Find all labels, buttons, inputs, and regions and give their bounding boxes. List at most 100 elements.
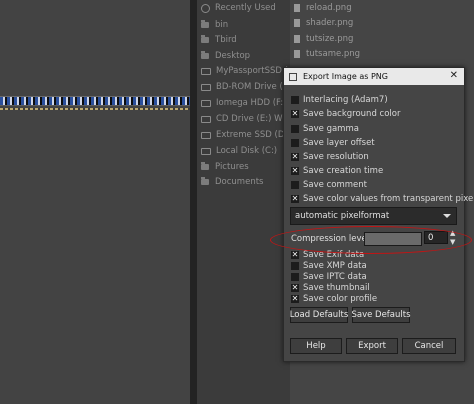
checkbox[interactable]: ✕ <box>291 195 299 203</box>
place-label: CD Drive (E:) WD Unlocker <box>216 114 290 124</box>
checkbox[interactable] <box>291 139 299 147</box>
file-name: tutsame.png <box>306 49 361 59</box>
file-item[interactable]: tutsize.png <box>294 31 353 47</box>
place-tbird[interactable]: Tbird <box>197 32 290 48</box>
place-iomega[interactable]: Iomega HDD (F:) <box>197 95 290 111</box>
place-pictures[interactable]: Pictures <box>197 159 290 175</box>
window-icon <box>289 72 297 81</box>
export-png-dialog: Export Image as PNG ✕ Interlacing (Adam7… <box>283 67 474 362</box>
drive-icon <box>201 83 211 91</box>
checkbox[interactable] <box>291 181 299 189</box>
place-recently-used[interactable]: Recently Used <box>197 0 290 16</box>
file-icon <box>294 19 300 27</box>
checkbox[interactable]: ✕ <box>291 284 299 292</box>
option-interlacing[interactable]: Interlacing (Adam7) <box>291 94 441 106</box>
folder-icon <box>201 20 209 28</box>
dialog-titlebar[interactable]: Export Image as PNG ✕ <box>284 68 464 85</box>
pixel-format-select[interactable]: automatic pixelformat <box>290 207 457 225</box>
option-label: Save layer offset <box>303 138 375 148</box>
option-label: Save gamma <box>303 124 359 134</box>
pixel-format-value: automatic pixelformat <box>295 211 390 221</box>
canvas-guide-line <box>0 108 190 110</box>
checkbox[interactable] <box>291 262 299 270</box>
place-label: Tbird <box>215 35 237 45</box>
option-label: Save creation time <box>303 166 384 176</box>
file-icon <box>294 4 300 12</box>
place-desktop[interactable]: Desktop <box>197 48 290 64</box>
place-label: Desktop <box>215 51 251 61</box>
place-label: Iomega HDD (F:) <box>216 98 287 108</box>
folder-icon <box>201 35 209 43</box>
drive-icon <box>201 147 211 155</box>
checkbox[interactable] <box>291 125 299 133</box>
place-label: bin <box>215 20 229 30</box>
option-save-color-profile[interactable]: ✕ Save color profile <box>291 293 441 305</box>
checkbox[interactable] <box>291 273 299 281</box>
places-sidebar: Recently Used bin Tbird Desktop MyPasspo… <box>197 0 290 404</box>
file-icon <box>294 50 300 58</box>
option-label: Save IPTC data <box>303 272 367 282</box>
option-save-gamma[interactable]: Save gamma <box>291 123 441 135</box>
checkbox[interactable]: ✕ <box>291 153 299 161</box>
option-label: Save color values from transparent pixel… <box>303 194 474 204</box>
option-label: Save comment <box>303 180 367 190</box>
dialog-title: Export Image as PNG <box>303 72 388 81</box>
place-mypassport[interactable]: MyPassportSSD (G:) <box>197 63 290 79</box>
option-label: Save thumbnail <box>303 283 370 293</box>
load-defaults-button[interactable]: Load Defaults <box>290 307 348 323</box>
help-button[interactable]: Help <box>290 338 342 354</box>
option-label: Save background color <box>303 109 401 119</box>
checkbox[interactable] <box>291 96 299 104</box>
chevron-down-icon <box>443 214 451 218</box>
option-save-creation-time[interactable]: ✕ Save creation time <box>291 165 441 177</box>
file-name: tutsize.png <box>306 34 354 44</box>
drive-icon <box>201 115 211 123</box>
image-canvas[interactable] <box>0 0 190 404</box>
highlight-annotation-oval <box>270 226 472 254</box>
option-save-comment[interactable]: Save comment <box>291 179 441 191</box>
checkbox[interactable]: ✕ <box>291 110 299 118</box>
close-icon[interactable]: ✕ <box>450 70 458 82</box>
place-label: BD-ROM Drive (E:) <box>216 82 290 92</box>
export-button[interactable]: Export <box>346 338 398 354</box>
place-cd-drive[interactable]: CD Drive (E:) WD Unlocker <box>197 111 290 127</box>
option-save-layer-offset[interactable]: Save layer offset <box>291 137 441 149</box>
file-name: reload.png <box>306 3 352 13</box>
option-save-resolution[interactable]: ✕ Save resolution <box>291 151 441 163</box>
save-defaults-button[interactable]: Save Defaults <box>351 307 411 323</box>
option-label: Save color profile <box>303 294 378 304</box>
option-label: Interlacing (Adam7) <box>303 95 388 105</box>
clock-icon <box>201 3 210 13</box>
option-save-background-color[interactable]: ✕ Save background color <box>291 108 441 120</box>
place-bdrom[interactable]: BD-ROM Drive (E:) <box>197 79 290 95</box>
drive-icon <box>201 99 211 107</box>
place-bin[interactable]: bin <box>197 17 290 33</box>
option-label: Save XMP data <box>303 261 367 271</box>
file-item[interactable]: reload.png <box>294 0 352 16</box>
option-save-transparent-color-values[interactable]: ✕ Save color values from transparent pixe… <box>291 193 474 205</box>
place-label: Recently Used <box>215 3 276 13</box>
place-label: Local Disk (C:) <box>216 146 278 156</box>
folder-icon <box>201 162 209 170</box>
checkbox[interactable]: ✕ <box>291 167 299 175</box>
canvas-selection-strip <box>0 96 190 106</box>
cancel-button[interactable]: Cancel <box>402 338 456 354</box>
place-documents[interactable]: Documents <box>197 174 290 190</box>
folder-icon <box>201 51 209 59</box>
place-label: MyPassportSSD (G:) <box>216 66 290 76</box>
pane-divider[interactable] <box>190 0 197 404</box>
place-label: Pictures <box>215 162 249 172</box>
place-local-disk[interactable]: Local Disk (C:) <box>197 143 290 159</box>
place-extreme-ssd[interactable]: Extreme SSD (D:) <box>197 127 290 143</box>
option-label: Save resolution <box>303 152 369 162</box>
checkbox[interactable]: ✕ <box>291 251 299 259</box>
file-name: shader.png <box>306 18 354 28</box>
file-icon <box>294 35 300 43</box>
file-item[interactable]: shader.png <box>294 15 353 31</box>
folder-icon <box>201 177 209 185</box>
drive-icon <box>201 67 211 75</box>
place-label: Documents <box>215 177 264 187</box>
checkbox[interactable]: ✕ <box>291 295 299 303</box>
place-label: Extreme SSD (D:) <box>216 130 290 140</box>
file-item[interactable]: tutsame.png <box>294 46 360 62</box>
